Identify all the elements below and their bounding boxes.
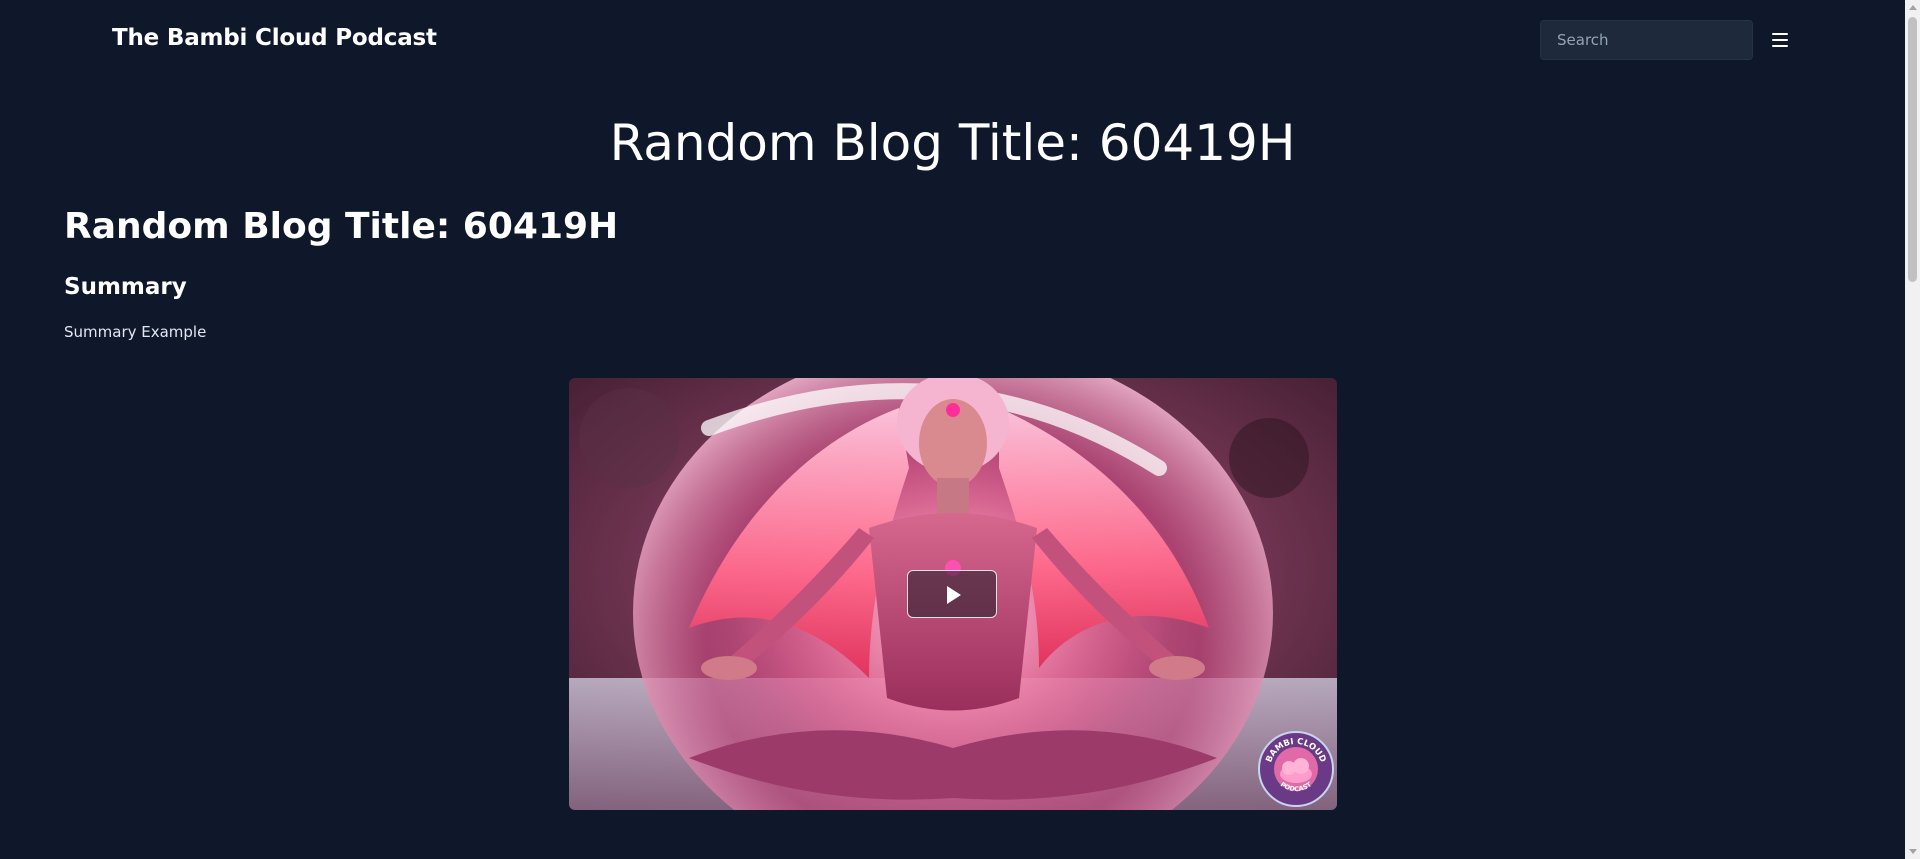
scroll-down-arrow-icon[interactable] [1909, 849, 1917, 854]
page-scrollbar[interactable] [1905, 0, 1920, 859]
summary-heading: Summary [64, 274, 187, 300]
scrollbar-thumb[interactable] [1908, 17, 1917, 282]
post-title: Random Blog Title: 60419H [64, 206, 619, 247]
podcast-logo-badge: BAMBI CLOUD PODCAST [1258, 731, 1334, 807]
scroll-up-arrow-icon[interactable] [1909, 5, 1917, 10]
search-input[interactable] [1540, 20, 1753, 60]
play-icon [947, 586, 961, 604]
hamburger-menu-icon[interactable] [1770, 28, 1792, 52]
site-name-link[interactable]: The Bambi Cloud Podcast [112, 25, 437, 51]
play-button[interactable] [907, 570, 997, 618]
video-player[interactable]: BAMBI CLOUD PODCAST [569, 378, 1337, 810]
summary-text: Summary Example [64, 323, 207, 341]
hero-title: Random Blog Title: 60419H [609, 114, 1296, 172]
page: The Bambi Cloud Podcast Random Blog Titl… [0, 0, 1920, 859]
